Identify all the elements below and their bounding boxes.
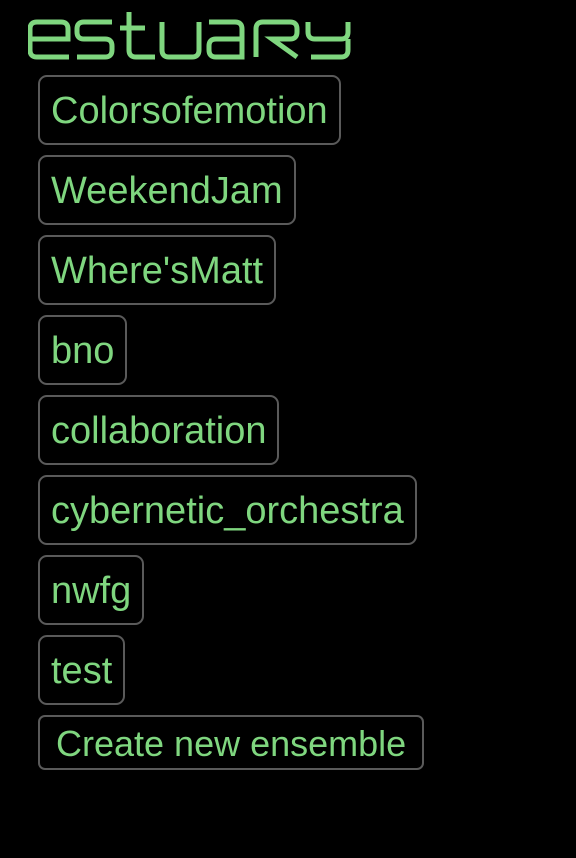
list-item: Colorsofemotion [38,75,417,155]
ensemble-button[interactable]: cybernetic_orchestra [38,475,417,545]
list-item: cybernetic_orchestra [38,475,417,555]
ensemble-button[interactable]: collaboration [38,395,280,465]
ensemble-button[interactable]: bno [38,315,128,385]
list-item: collaboration [38,395,417,475]
list-item: Where'sMatt [38,235,417,315]
ensemble-button[interactable]: WeekendJam [38,155,296,225]
list-item: nwfg [38,555,417,635]
list-item: WeekendJam [38,155,417,235]
list-item: test [38,635,417,715]
list-item: bno [38,315,417,395]
ensemble-list: Colorsofemotion WeekendJam Where'sMatt b… [38,75,417,715]
create-ensemble-button[interactable]: Create new ensemble [38,715,425,770]
ensemble-button[interactable]: Colorsofemotion [38,75,341,145]
ensemble-button[interactable]: nwfg [38,555,145,625]
ensemble-button[interactable]: test [38,635,126,705]
estuary-logo [28,12,360,64]
ensemble-button[interactable]: Where'sMatt [38,235,277,305]
